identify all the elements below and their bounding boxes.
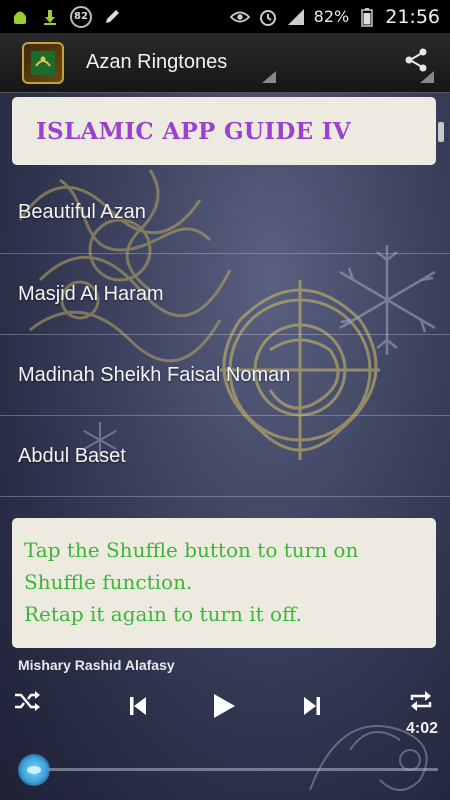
shuffle-icon	[13, 690, 41, 717]
play-button[interactable]	[208, 692, 240, 724]
alarm-icon	[258, 7, 278, 27]
seek-bar[interactable]	[26, 768, 438, 771]
previous-icon	[128, 695, 148, 722]
list-item[interactable]: Madinah Sheikh Faisal Noman	[0, 335, 450, 416]
battery-ring-icon: 82	[70, 5, 92, 28]
scrollbar[interactable]	[438, 122, 444, 142]
download-icon	[40, 7, 60, 27]
ringtone-label: Abdul Baset	[18, 444, 126, 467]
title-dropdown-indicator	[262, 71, 276, 83]
list-item[interactable]: Masjid Al Haram	[0, 254, 450, 335]
clock: 21:56	[385, 5, 440, 28]
artist-name: Mishary Rashid Alafasy	[18, 657, 175, 673]
previous-button[interactable]	[124, 694, 152, 722]
battery-percent: 82%	[313, 7, 350, 26]
signal-icon	[286, 7, 306, 27]
repeat-icon	[407, 688, 435, 719]
ringtone-label: Beautiful Azan	[18, 201, 146, 223]
ringtone-label: Madinah Sheikh Faisal Noman	[18, 363, 291, 386]
repeat-button[interactable]	[406, 688, 436, 718]
tip-line: Shuffle function.	[24, 570, 193, 594]
tip-line: Tap the Shuffle button to turn on	[24, 538, 359, 562]
next-icon	[302, 695, 322, 722]
list-item[interactable]: Abdul Baset	[0, 416, 450, 497]
shuffle-tip: Tap the Shuffle button to turn on Shuffl…	[12, 518, 436, 648]
seek-thumb[interactable]	[18, 754, 50, 786]
banner-title: ISLAMIC APP GUIDE IV	[36, 117, 351, 145]
share-dropdown-indicator	[420, 71, 434, 83]
app-title: Azan Ringtones	[86, 51, 228, 73]
ringtone-list: Beautiful Azan Masjid Al Haram Madinah S…	[0, 172, 450, 497]
shuffle-button[interactable]	[12, 688, 42, 718]
next-button[interactable]	[298, 694, 326, 722]
pencil-icon	[102, 7, 122, 27]
app-guide-banner[interactable]: ISLAMIC APP GUIDE IV	[12, 97, 436, 165]
play-icon	[211, 692, 237, 725]
quran-book-icon[interactable]	[22, 41, 64, 84]
battery-icon	[357, 7, 377, 27]
android-debug-icon	[10, 7, 30, 27]
eye-icon	[229, 7, 250, 27]
track-duration: 4:02	[405, 720, 438, 737]
action-bar: Azan Ringtones	[0, 33, 450, 93]
tip-line: Retap it again to turn it off.	[24, 602, 302, 626]
list-item[interactable]: Beautiful Azan	[0, 172, 450, 254]
player-controls	[0, 688, 450, 728]
ringtone-label: Masjid Al Haram	[18, 282, 164, 305]
status-bar: 82 82% 21:56	[0, 0, 450, 33]
